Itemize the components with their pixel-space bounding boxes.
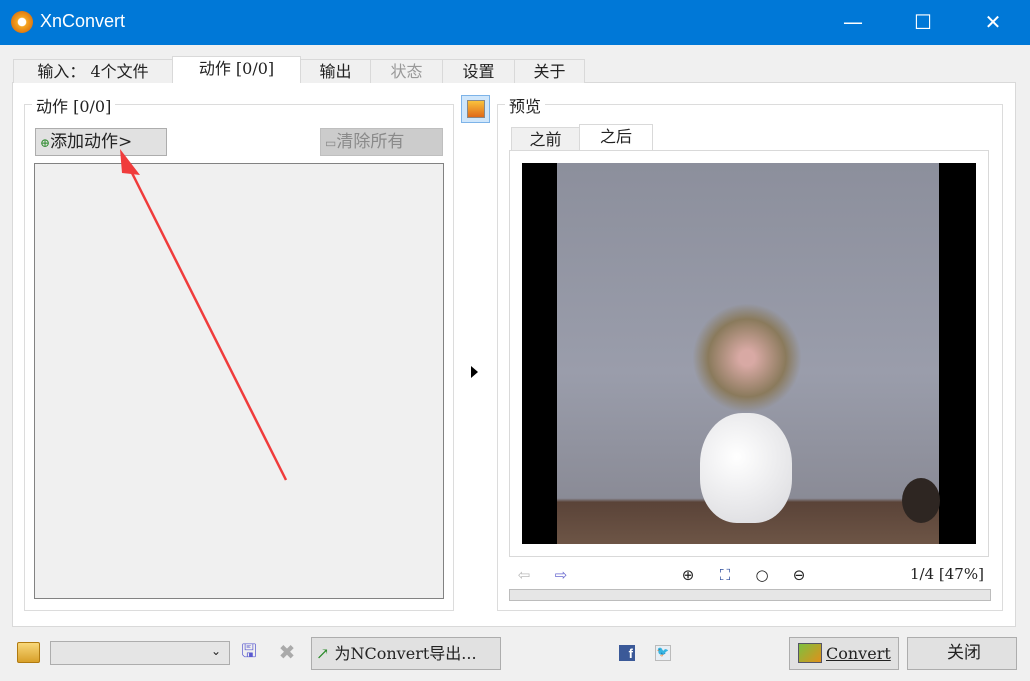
close-window-button[interactable]: ✕ bbox=[970, 0, 1016, 45]
minimize-button[interactable]: — bbox=[830, 0, 876, 45]
preview-image bbox=[522, 163, 976, 544]
twitter-icon[interactable]: 🐦 bbox=[655, 645, 671, 661]
title-bar: XnConvert — ☐ ✕ bbox=[0, 0, 1030, 45]
toggle-preview-button[interactable] bbox=[461, 95, 490, 123]
tab-status[interactable]: 状态 bbox=[370, 59, 443, 83]
facebook-icon[interactable]: f bbox=[619, 645, 635, 661]
chevron-down-icon: ⌄ bbox=[210, 644, 221, 658]
maximize-button[interactable]: ☐ bbox=[900, 0, 946, 45]
progress-bar bbox=[509, 589, 991, 601]
tab-about[interactable]: 关于 bbox=[514, 59, 585, 83]
delete-icon[interactable]: ✖ bbox=[278, 642, 296, 662]
zoom-out-icon[interactable]: ⊖ bbox=[790, 566, 808, 584]
tab-before[interactable]: 之前 bbox=[511, 127, 580, 151]
fit-to-window-icon[interactable]: ⛶ bbox=[716, 566, 734, 584]
close-button[interactable]: 关闭 bbox=[907, 637, 1017, 670]
page-info: 1/4 [47%] bbox=[910, 565, 984, 583]
expand-arrow-icon[interactable] bbox=[471, 366, 478, 378]
actions-group-title: 动作 [0/0] bbox=[32, 93, 116, 117]
next-arrow-icon[interactable]: ⇨ bbox=[552, 566, 570, 584]
save-icon[interactable]: 🖫 bbox=[240, 643, 258, 661]
tab-after[interactable]: 之后 bbox=[579, 124, 653, 151]
tab-output[interactable]: 输出 bbox=[300, 59, 371, 83]
export-icon: ↗ bbox=[316, 644, 335, 663]
export-label: 为NConvert导出... bbox=[334, 644, 477, 663]
tab-actions[interactable]: 动作 [0/0] bbox=[172, 56, 301, 83]
load-preset-folder-icon[interactable] bbox=[17, 642, 40, 663]
preset-dropdown[interactable]: ⌄ bbox=[50, 641, 230, 665]
convert-label: Convert bbox=[826, 644, 891, 663]
clear-all-label: 清除所有 bbox=[336, 132, 405, 152]
window-title: XnConvert bbox=[40, 11, 126, 31]
zoom-in-icon[interactable]: ⊕ bbox=[679, 566, 697, 584]
export-nconvert-button[interactable]: ↗ 为NConvert导出... bbox=[311, 637, 501, 670]
clear-icon: ▭ bbox=[325, 136, 337, 150]
annotation-arrow bbox=[120, 149, 288, 481]
clear-all-button[interactable]: ▭清除所有 bbox=[320, 128, 443, 156]
zoom-actual-icon[interactable]: ○ bbox=[753, 566, 771, 584]
tab-settings[interactable]: 设置 bbox=[442, 59, 515, 83]
convert-icon bbox=[798, 643, 822, 663]
convert-button[interactable]: Convert bbox=[789, 637, 899, 670]
tab-input[interactable]: 输入： 4个文件 bbox=[13, 59, 173, 83]
previous-arrow-icon[interactable]: ⇦ bbox=[515, 566, 533, 584]
app-logo-icon bbox=[11, 11, 33, 33]
preview-group-title: 预览 bbox=[505, 93, 546, 117]
add-icon: ⊕ bbox=[40, 136, 51, 150]
preview-image-icon bbox=[467, 100, 485, 118]
